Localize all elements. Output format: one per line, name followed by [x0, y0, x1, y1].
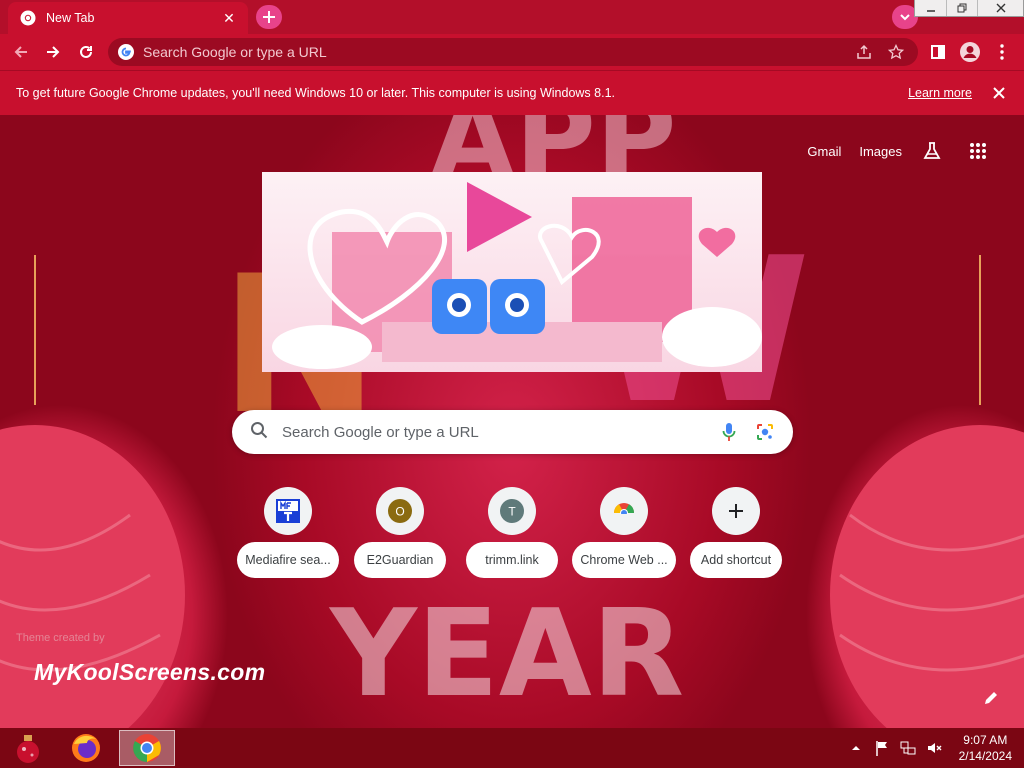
letter-o-icon: O — [376, 487, 424, 535]
shortcut-label: Add shortcut — [690, 542, 782, 578]
theme-brand-link[interactable]: MyKoolScreens.com — [34, 659, 265, 686]
clock-time: 9:07 AM — [963, 733, 1008, 747]
shortcut-letter: T — [508, 505, 516, 519]
side-panel-button[interactable] — [926, 40, 950, 64]
toolbar: Search Google or type a URL — [0, 34, 1024, 70]
kebab-menu-icon — [1000, 44, 1004, 60]
profile-icon — [960, 42, 980, 62]
shortcut-trimm-link[interactable]: T trimm.link — [456, 487, 568, 578]
clock[interactable]: 9:07 AM 2/14/2024 — [959, 732, 1012, 764]
search-box[interactable]: Search Google or type a URL — [232, 410, 793, 454]
theme-word-year: YEAR — [330, 585, 685, 724]
ornament-left-image — [0, 255, 185, 728]
star-icon[interactable] — [884, 40, 908, 64]
windows-taskbar: 9:07 AM 2/14/2024 — [0, 728, 1024, 768]
minimize-button[interactable] — [915, 0, 946, 16]
reload-button[interactable] — [73, 40, 99, 64]
new-tab-button[interactable] — [256, 5, 282, 29]
profile-button[interactable] — [958, 40, 982, 64]
shortcut-e2guardian[interactable]: O E2Guardian — [344, 487, 456, 578]
infobar-message: To get future Google Chrome updates, you… — [16, 86, 615, 100]
add-shortcut-button[interactable]: Add shortcut — [680, 487, 792, 578]
shortcuts-row: Mediafire sea... O E2Guardian T trimm.li… — [232, 487, 792, 578]
shortcut-chrome-web-store[interactable]: Chrome Web ... — [568, 487, 680, 578]
system-tray: 9:07 AM 2/14/2024 — [845, 728, 1012, 768]
speaker-muted-icon[interactable] — [923, 737, 945, 759]
restore-icon — [957, 3, 967, 13]
shortcut-label: Chrome Web ... — [572, 542, 676, 578]
theme-attribution: Theme created by — [16, 632, 105, 644]
network-icon[interactable] — [897, 737, 919, 759]
shortcut-letter: O — [395, 505, 404, 519]
shortcut-label: trimm.link — [466, 542, 558, 578]
forward-arrow-icon — [47, 46, 60, 58]
apps-grid-icon[interactable] — [966, 139, 990, 163]
flask-icon[interactable] — [920, 139, 944, 163]
ornament-right-image — [830, 255, 1024, 728]
learn-more-link[interactable]: Learn more — [908, 86, 972, 100]
chrome-web-store-icon — [600, 487, 648, 535]
gmail-link[interactable]: Gmail — [807, 144, 841, 159]
pencil-icon[interactable] — [980, 687, 1002, 709]
back-button[interactable] — [8, 40, 34, 64]
taskbar-firefox[interactable] — [58, 730, 114, 766]
update-infobar: To get future Google Chrome updates, you… — [0, 70, 1024, 115]
reload-icon — [80, 45, 92, 58]
google-doodle[interactable] — [262, 172, 762, 372]
search-icon — [250, 421, 268, 444]
forward-button[interactable] — [40, 40, 66, 64]
clock-date: 2/14/2024 — [958, 749, 1012, 763]
shortcut-mediafire[interactable]: Mediafire sea... — [232, 487, 344, 578]
close-icon[interactable]: ✕ — [220, 9, 238, 27]
search-input[interactable]: Search Google or type a URL — [282, 424, 705, 441]
google-g-icon — [118, 44, 134, 60]
side-panel-icon — [931, 45, 945, 59]
taskbar-chrome[interactable] — [119, 730, 175, 766]
plus-icon — [263, 11, 275, 23]
firefox-icon — [72, 734, 100, 762]
back-arrow-icon — [14, 46, 27, 58]
close-window-button[interactable] — [977, 0, 1023, 16]
top-links: Gmail Images — [807, 139, 1004, 163]
images-link[interactable]: Images — [859, 144, 902, 159]
new-tab-page: N W YEAR APP Gmail Images — [0, 115, 1024, 728]
microphone-icon[interactable] — [717, 420, 741, 444]
plus-icon — [712, 487, 760, 535]
title-bar: New Tab ✕ — [0, 0, 1024, 34]
menu-button[interactable] — [990, 40, 1014, 64]
omnibox[interactable]: Search Google or type a URL — [108, 38, 918, 66]
chrome-icon — [133, 734, 161, 762]
omnibox-placeholder: Search Google or type a URL — [143, 44, 327, 60]
mediafire-icon — [264, 487, 312, 535]
chevron-down-icon — [900, 14, 910, 21]
minimize-icon — [926, 10, 935, 12]
tab-title: New Tab — [46, 11, 95, 25]
shortcut-label: Mediafire sea... — [237, 542, 339, 578]
start-ornament-icon — [17, 735, 39, 763]
chevron-up-icon[interactable] — [845, 737, 867, 759]
letter-t-icon: T — [488, 487, 536, 535]
chrome-icon — [20, 10, 36, 26]
close-icon[interactable] — [990, 84, 1008, 102]
window-controls — [914, 0, 1024, 17]
camera-lens-icon[interactable] — [753, 420, 777, 444]
tab-new-tab[interactable]: New Tab ✕ — [8, 2, 248, 34]
shortcut-label: E2Guardian — [354, 542, 446, 578]
start-button[interactable] — [0, 730, 56, 766]
flag-icon[interactable] — [871, 737, 893, 759]
close-icon — [996, 3, 1005, 13]
share-icon[interactable] — [852, 40, 876, 64]
restore-button[interactable] — [946, 0, 977, 16]
doodle-image — [272, 182, 762, 369]
